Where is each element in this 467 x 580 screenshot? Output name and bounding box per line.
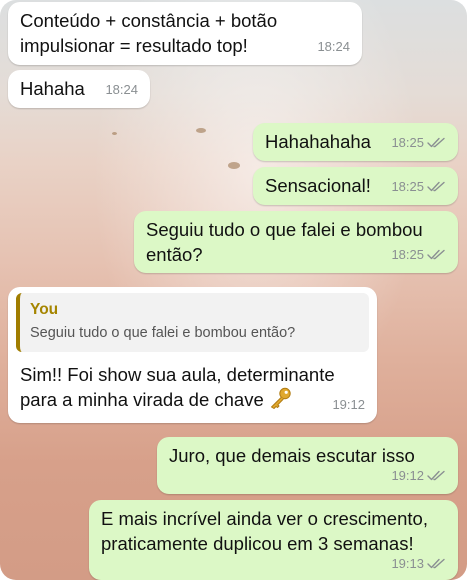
message-time: 19:12: [332, 397, 365, 412]
message-meta: 18:25: [391, 130, 446, 155]
message-meta: 18:24: [105, 77, 138, 102]
key-icon: [268, 387, 292, 409]
quoted-message[interactable]: You Seguiu tudo o que falei e bombou ent…: [16, 293, 369, 352]
message-outgoing[interactable]: E mais incrível ainda ver o crescimento,…: [89, 500, 458, 580]
message-incoming-reply[interactable]: You Seguiu tudo o que falei e bombou ent…: [8, 287, 377, 423]
read-ticks-icon: [427, 181, 446, 192]
background-pebble: [196, 128, 206, 133]
message-text: E mais incrível ainda ver o crescimento,…: [101, 508, 428, 554]
quoted-author: You: [30, 301, 59, 318]
read-ticks-icon: [427, 137, 446, 148]
message-time: 19:12: [391, 468, 424, 483]
message-outgoing[interactable]: Sensacional! 18:25: [253, 167, 458, 205]
message-text: Conteúdo + constância + botão impulsiona…: [20, 10, 278, 56]
message-meta: 18:25: [391, 174, 446, 199]
chat-window: Conteúdo + constância + botão impulsiona…: [0, 0, 467, 580]
read-ticks-icon: [427, 558, 446, 569]
message-outgoing[interactable]: Hahahahaha 18:25: [253, 123, 458, 161]
message-time: 18:24: [105, 82, 138, 97]
message-meta: 18:24: [317, 34, 350, 59]
message-meta: 18:25: [391, 242, 446, 267]
message-outgoing[interactable]: Juro, que demais escutar isso 19:12: [157, 437, 458, 494]
message-meta: 19:12: [332, 392, 365, 417]
message-time: 18:25: [391, 247, 424, 262]
background-pebble: [228, 162, 240, 169]
quoted-text: Seguiu tudo o que falei e bombou então?: [30, 325, 296, 341]
background-pebble: [112, 132, 117, 135]
read-ticks-icon: [427, 470, 446, 481]
read-ticks-icon: [427, 249, 446, 260]
message-incoming[interactable]: Hahaha 18:24: [8, 70, 150, 108]
message-time: 19:13: [391, 556, 424, 571]
message-time: 18:24: [317, 39, 350, 54]
message-meta: 19:12: [391, 463, 446, 488]
message-outgoing[interactable]: Seguiu tudo o que falei e bombou então? …: [134, 211, 458, 273]
message-incoming[interactable]: Conteúdo + constância + botão impulsiona…: [8, 2, 362, 65]
message-time: 18:25: [391, 179, 424, 194]
message-time: 18:25: [391, 135, 424, 150]
message-meta: 19:13: [391, 551, 446, 576]
